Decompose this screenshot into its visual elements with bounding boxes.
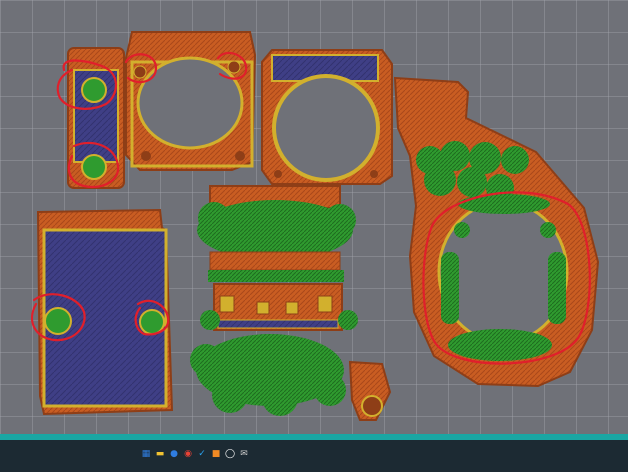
fan-shroud-square	[261, 49, 393, 185]
windows-taskbar: ▦ ▬ ● ◉ ✓ ■ ◯ ✉	[0, 440, 628, 472]
browser-icon[interactable]: ●	[168, 448, 180, 460]
github-icon[interactable]: ◯	[224, 448, 236, 460]
fan-mount-large	[125, 31, 257, 171]
chrome-icon[interactable]: ◉	[182, 448, 194, 460]
slicer-viewport[interactable]	[0, 0, 628, 434]
file-explorer-icon[interactable]: ▬	[154, 448, 166, 460]
mail-icon[interactable]: ✉	[238, 448, 250, 460]
bambu-studio-icon[interactable]: ■	[210, 448, 222, 460]
app-root: ▦ ▬ ● ◉ ✓ ■ ◯ ✉	[0, 0, 628, 472]
windows-start-icon[interactable]: ▦	[140, 448, 152, 460]
bracket-left-vertical	[67, 47, 125, 189]
vscode-icon[interactable]: ✓	[196, 448, 208, 460]
blue-plate-rectangular	[36, 208, 174, 416]
